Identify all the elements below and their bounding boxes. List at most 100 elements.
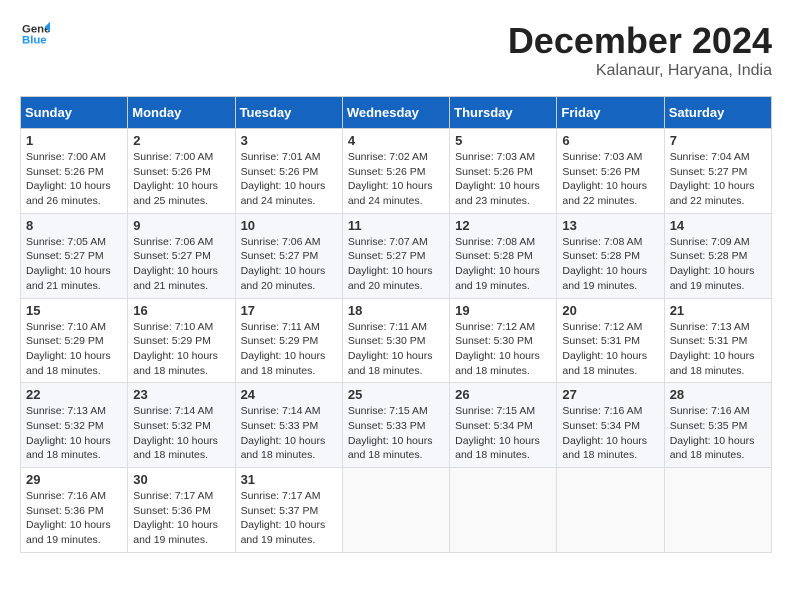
- calendar-cell: [557, 468, 664, 553]
- calendar-cell: 28 Sunrise: 7:16 AMSunset: 5:35 PMDayligh…: [664, 383, 771, 468]
- day-number: 18: [348, 303, 444, 318]
- day-number: 14: [670, 218, 766, 233]
- calendar-cell: 5 Sunrise: 7:03 AMSunset: 5:26 PMDaylight…: [450, 129, 557, 214]
- cell-info: Sunrise: 7:00 AMSunset: 5:26 PMDaylight:…: [26, 151, 111, 207]
- cell-info: Sunrise: 7:13 AMSunset: 5:31 PMDaylight:…: [670, 321, 755, 377]
- day-number: 19: [455, 303, 551, 318]
- day-number: 27: [562, 387, 658, 402]
- day-number: 30: [133, 472, 229, 487]
- cell-info: Sunrise: 7:17 AMSunset: 5:36 PMDaylight:…: [133, 490, 218, 546]
- calendar-cell: 8 Sunrise: 7:05 AMSunset: 5:27 PMDaylight…: [21, 213, 128, 298]
- day-number: 28: [670, 387, 766, 402]
- calendar-cell: 14Sunrise: 7:09 AMSunset: 5:28 PMDayligh…: [664, 213, 771, 298]
- cell-info: Sunrise: 7:03 AMSunset: 5:26 PMDaylight:…: [562, 151, 647, 207]
- cell-info: Sunrise: 7:10 AMSunset: 5:29 PMDaylight:…: [133, 321, 218, 377]
- day-number: 4: [348, 133, 444, 148]
- weekday-header: Thursday: [450, 97, 557, 129]
- calendar-body: 1 Sunrise: 7:00 AMSunset: 5:26 PMDaylight…: [21, 129, 772, 553]
- month-title: December 2024: [508, 20, 772, 62]
- calendar-cell: 24 Sunrise: 7:14 AMSunset: 5:33 PMDayligh…: [235, 383, 342, 468]
- day-number: 7: [670, 133, 766, 148]
- svg-text:General: General: [22, 23, 50, 35]
- day-number: 5: [455, 133, 551, 148]
- calendar-cell: 2 Sunrise: 7:00 AMSunset: 5:26 PMDaylight…: [128, 129, 235, 214]
- day-number: 26: [455, 387, 551, 402]
- calendar-cell: 21 Sunrise: 7:13 AMSunset: 5:31 PMDayligh…: [664, 298, 771, 383]
- calendar-cell: 17 Sunrise: 7:11 AMSunset: 5:29 PMDayligh…: [235, 298, 342, 383]
- cell-info: Sunrise: 7:13 AMSunset: 5:32 PMDaylight:…: [26, 405, 111, 461]
- day-number: 17: [241, 303, 337, 318]
- calendar-cell: 10 Sunrise: 7:06 AMSunset: 5:27 PMDayligh…: [235, 213, 342, 298]
- day-number: 24: [241, 387, 337, 402]
- cell-info: Sunrise: 7:11 AMSunset: 5:30 PMDaylight:…: [348, 321, 433, 377]
- cell-info: Sunrise: 7:06 AMSunset: 5:27 PMDaylight:…: [133, 236, 218, 292]
- calendar-cell: 1 Sunrise: 7:00 AMSunset: 5:26 PMDaylight…: [21, 129, 128, 214]
- calendar-cell: 16 Sunrise: 7:10 AMSunset: 5:29 PMDayligh…: [128, 298, 235, 383]
- cell-info: Sunrise: 7:04 AMSunset: 5:27 PMDaylight:…: [670, 151, 755, 207]
- calendar-cell: 22 Sunrise: 7:13 AMSunset: 5:32 PMDayligh…: [21, 383, 128, 468]
- weekday-header: Saturday: [664, 97, 771, 129]
- day-number: 20: [562, 303, 658, 318]
- calendar-cell: 11 Sunrise: 7:07 AMSunset: 5:27 PMDayligh…: [342, 213, 449, 298]
- calendar-cell: [450, 468, 557, 553]
- cell-info: Sunrise: 7:16 AMSunset: 5:36 PMDaylight:…: [26, 490, 111, 546]
- day-number: 16: [133, 303, 229, 318]
- calendar-cell: 19 Sunrise: 7:12 AMSunset: 5:30 PMDayligh…: [450, 298, 557, 383]
- day-number: 1: [26, 133, 122, 148]
- cell-info: Sunrise: 7:15 AMSunset: 5:34 PMDaylight:…: [455, 405, 540, 461]
- calendar-cell: 30 Sunrise: 7:17 AMSunset: 5:36 PMDayligh…: [128, 468, 235, 553]
- calendar-cell: [342, 468, 449, 553]
- day-number: 22: [26, 387, 122, 402]
- day-number: 3: [241, 133, 337, 148]
- calendar-cell: 7 Sunrise: 7:04 AMSunset: 5:27 PMDaylight…: [664, 129, 771, 214]
- calendar-week-row: 1 Sunrise: 7:00 AMSunset: 5:26 PMDaylight…: [21, 129, 772, 214]
- calendar-cell: [664, 468, 771, 553]
- cell-info: Sunrise: 7:02 AMSunset: 5:26 PMDaylight:…: [348, 151, 433, 207]
- calendar-cell: 31Sunrise: 7:17 AMSunset: 5:37 PMDayligh…: [235, 468, 342, 553]
- day-number: 9: [133, 218, 229, 233]
- cell-info: Sunrise: 7:14 AMSunset: 5:32 PMDaylight:…: [133, 405, 218, 461]
- calendar-cell: 27Sunrise: 7:16 AMSunset: 5:34 PMDayligh…: [557, 383, 664, 468]
- calendar-cell: 20Sunrise: 7:12 AMSunset: 5:31 PMDayligh…: [557, 298, 664, 383]
- cell-info: Sunrise: 7:05 AMSunset: 5:27 PMDaylight:…: [26, 236, 111, 292]
- cell-info: Sunrise: 7:16 AMSunset: 5:35 PMDaylight:…: [670, 405, 755, 461]
- header: General Blue December 2024 Kalanaur, Har…: [20, 20, 772, 80]
- calendar-header-row: SundayMondayTuesdayWednesdayThursdayFrid…: [21, 97, 772, 129]
- calendar-cell: 15 Sunrise: 7:10 AMSunset: 5:29 PMDayligh…: [21, 298, 128, 383]
- title-area: December 2024 Kalanaur, Haryana, India: [508, 20, 772, 80]
- calendar-cell: 13Sunrise: 7:08 AMSunset: 5:28 PMDayligh…: [557, 213, 664, 298]
- cell-info: Sunrise: 7:06 AMSunset: 5:27 PMDaylight:…: [241, 236, 326, 292]
- calendar-week-row: 15 Sunrise: 7:10 AMSunset: 5:29 PMDayligh…: [21, 298, 772, 383]
- logo-icon: General Blue: [22, 20, 50, 48]
- day-number: 10: [241, 218, 337, 233]
- day-number: 15: [26, 303, 122, 318]
- weekday-header: Tuesday: [235, 97, 342, 129]
- calendar-week-row: 8 Sunrise: 7:05 AMSunset: 5:27 PMDaylight…: [21, 213, 772, 298]
- day-number: 31: [241, 472, 337, 487]
- cell-info: Sunrise: 7:10 AMSunset: 5:29 PMDaylight:…: [26, 321, 111, 377]
- day-number: 12: [455, 218, 551, 233]
- cell-info: Sunrise: 7:07 AMSunset: 5:27 PMDaylight:…: [348, 236, 433, 292]
- cell-info: Sunrise: 7:03 AMSunset: 5:26 PMDaylight:…: [455, 151, 540, 207]
- day-number: 11: [348, 218, 444, 233]
- day-number: 21: [670, 303, 766, 318]
- day-number: 2: [133, 133, 229, 148]
- cell-info: Sunrise: 7:11 AMSunset: 5:29 PMDaylight:…: [241, 321, 326, 377]
- day-number: 8: [26, 218, 122, 233]
- day-number: 23: [133, 387, 229, 402]
- weekday-header: Friday: [557, 97, 664, 129]
- calendar-week-row: 29Sunrise: 7:16 AMSunset: 5:36 PMDayligh…: [21, 468, 772, 553]
- weekday-header: Wednesday: [342, 97, 449, 129]
- weekday-header: Sunday: [21, 97, 128, 129]
- location: Kalanaur, Haryana, India: [508, 62, 772, 80]
- calendar-cell: 9 Sunrise: 7:06 AMSunset: 5:27 PMDaylight…: [128, 213, 235, 298]
- svg-text:Blue: Blue: [22, 35, 47, 47]
- calendar-table: SundayMondayTuesdayWednesdayThursdayFrid…: [20, 96, 772, 553]
- calendar-cell: 29Sunrise: 7:16 AMSunset: 5:36 PMDayligh…: [21, 468, 128, 553]
- calendar-cell: 6Sunrise: 7:03 AMSunset: 5:26 PMDaylight…: [557, 129, 664, 214]
- cell-info: Sunrise: 7:12 AMSunset: 5:30 PMDaylight:…: [455, 321, 540, 377]
- day-number: 13: [562, 218, 658, 233]
- cell-info: Sunrise: 7:14 AMSunset: 5:33 PMDaylight:…: [241, 405, 326, 461]
- cell-info: Sunrise: 7:00 AMSunset: 5:26 PMDaylight:…: [133, 151, 218, 207]
- cell-info: Sunrise: 7:15 AMSunset: 5:33 PMDaylight:…: [348, 405, 433, 461]
